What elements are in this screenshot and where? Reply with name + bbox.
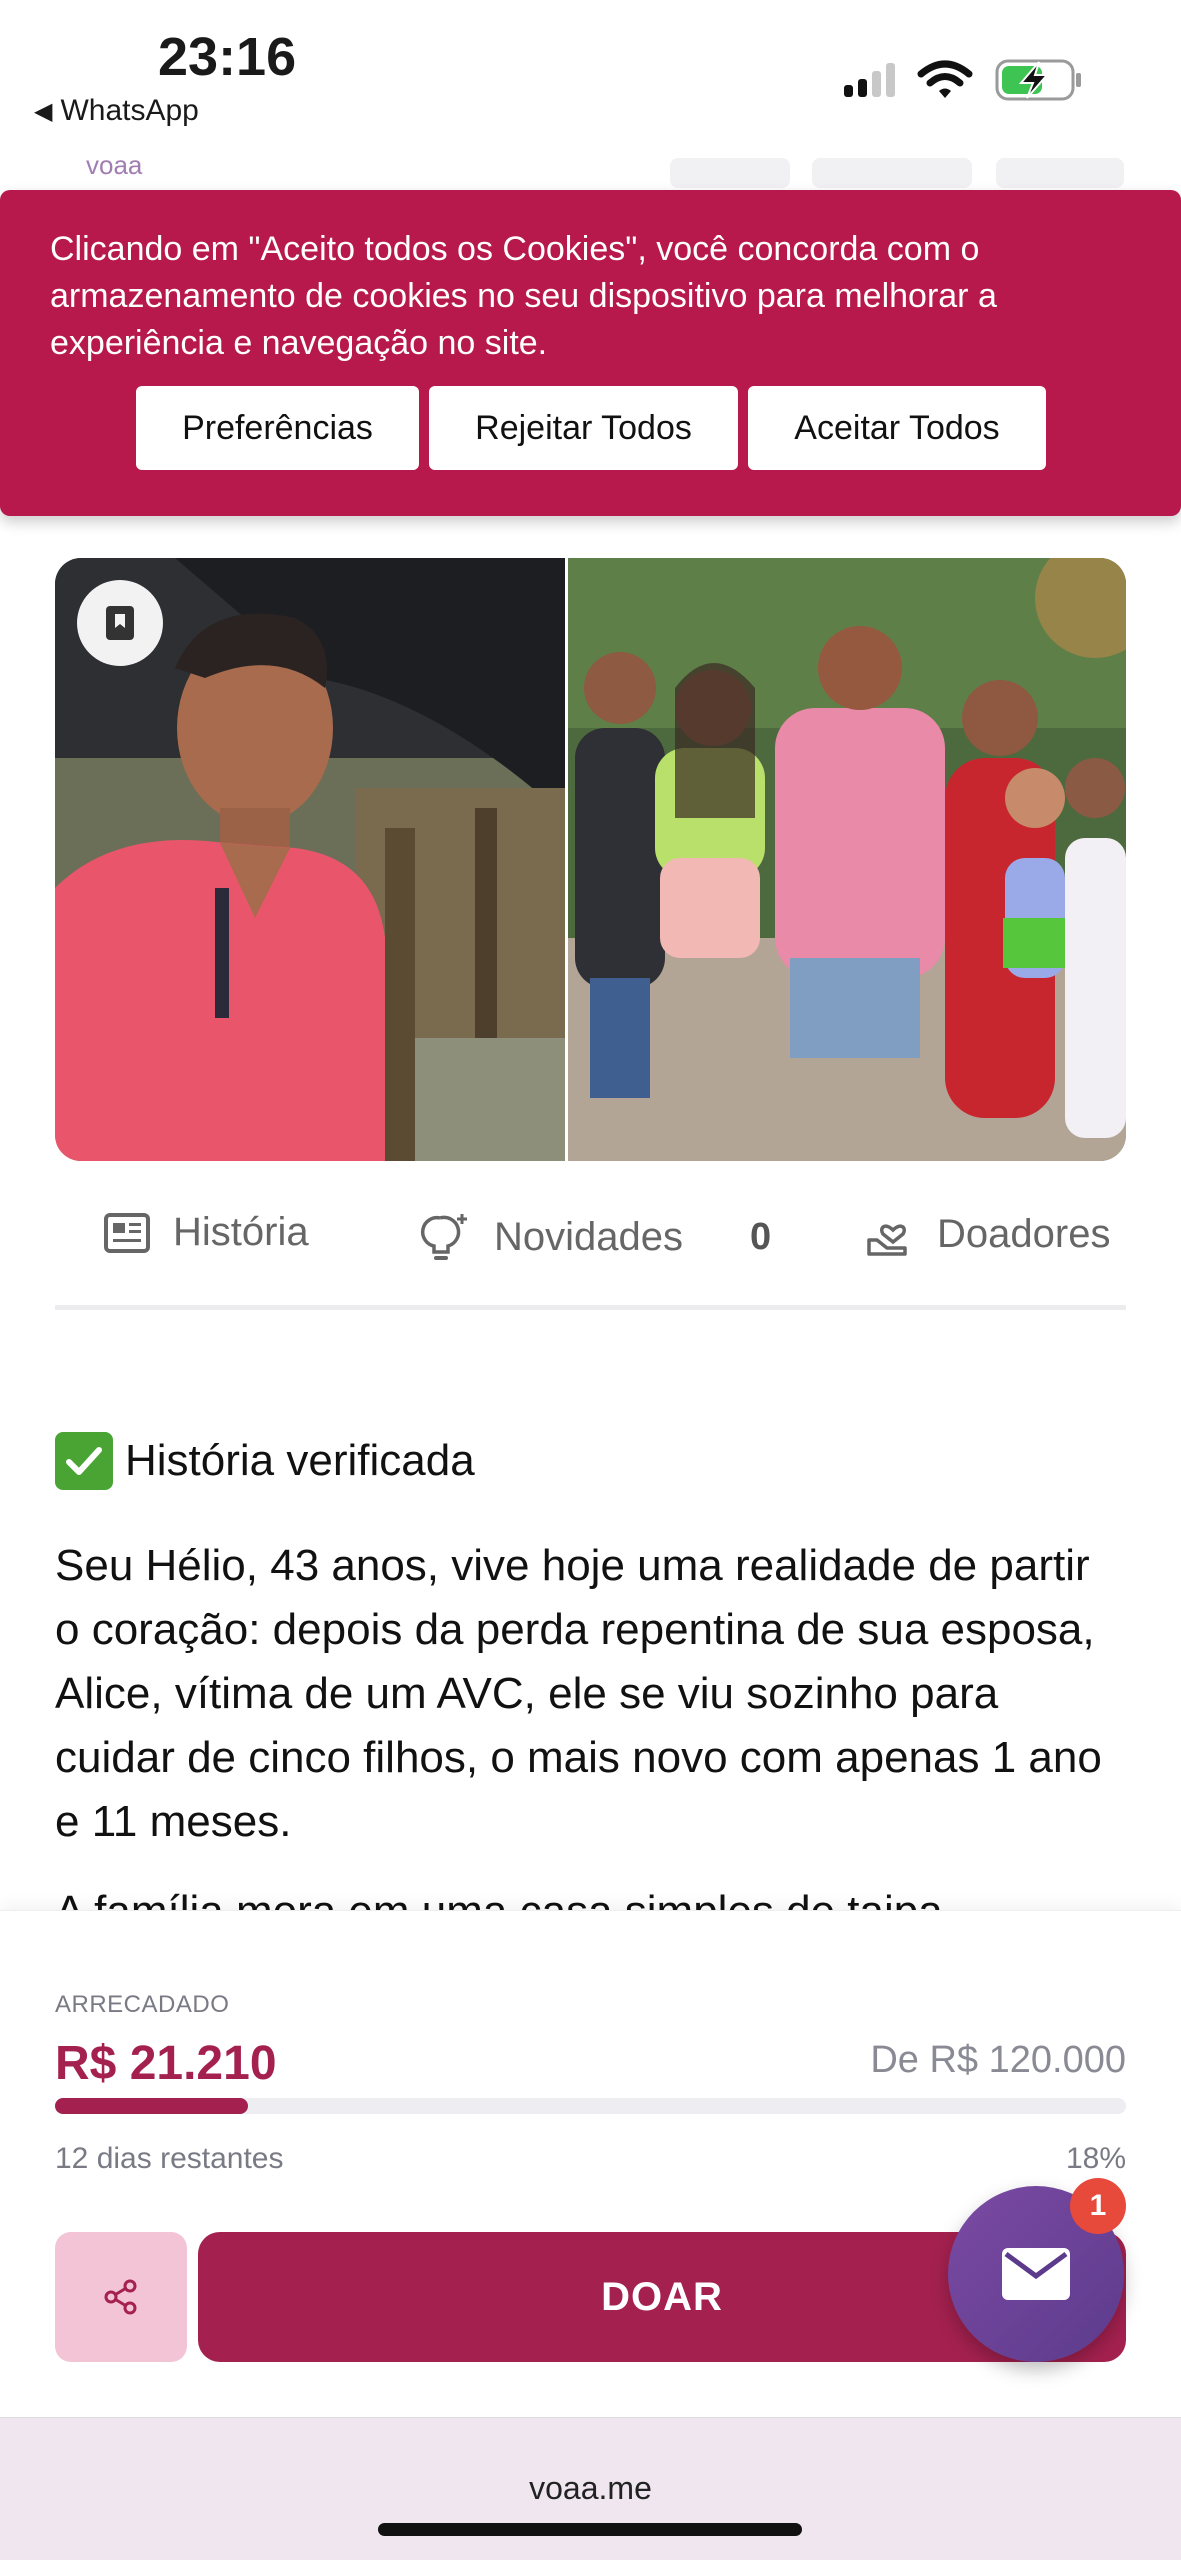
mail-icon: [1002, 2248, 1070, 2300]
bookmark-icon: [106, 606, 134, 640]
progress-fill: [55, 2098, 248, 2114]
browser-url-bar[interactable]: voaa.me: [0, 2417, 1181, 2560]
share-icon: [104, 2279, 137, 2315]
wifi-icon: [917, 60, 973, 98]
cookie-message: Clicando em "Aceito todos os Cookies", v…: [50, 230, 997, 362]
nav-pill[interactable]: [996, 158, 1124, 188]
battery-charging-icon: [995, 59, 1081, 101]
goal-amount: De R$ 120.000: [870, 2039, 1126, 2081]
notification-badge: 1: [1070, 2178, 1126, 2234]
bookmark-button[interactable]: [77, 580, 163, 666]
clock: 23:16: [158, 27, 297, 87]
campaign-photo: [55, 558, 1126, 1161]
site-logo[interactable]: voaa: [86, 150, 142, 181]
back-triangle-icon: ◀: [34, 97, 53, 125]
back-to-app-button[interactable]: ◀ WhatsApp: [34, 94, 199, 128]
accept-all-button[interactable]: Aceitar Todos: [748, 386, 1046, 470]
campaign-photo-image: [55, 558, 1126, 1161]
progress-bar: [55, 2098, 1126, 2114]
tab-label: Doadores: [937, 1211, 1111, 1256]
nav-pill[interactable]: [812, 158, 972, 188]
campaign-tabs: História Novidades 0 Doadores: [55, 1180, 1126, 1310]
nav-pill[interactable]: [670, 158, 790, 188]
back-app-label: WhatsApp: [60, 94, 199, 127]
cookie-buttons: Preferências Rejeitar Todos Aceitar Todo…: [136, 386, 1046, 470]
story-next-line: A família mora em uma casa simples de ta…: [55, 1880, 1126, 1910]
status-bar: 23:16 ◀ WhatsApp: [0, 0, 1181, 150]
system-icons: [844, 58, 1083, 102]
newspaper-icon: [104, 1212, 150, 1253]
tab-historia[interactable]: História: [103, 1210, 309, 1255]
verified-badge: História verificada: [55, 1432, 475, 1490]
lightbulb-icon: [421, 1214, 467, 1260]
raised-label: ARRECADADO: [55, 1991, 230, 2018]
tab-doadores[interactable]: Doadores: [865, 1210, 1110, 1258]
tab-label: Novidades: [494, 1214, 684, 1259]
donor-heart-icon: [867, 1224, 907, 1256]
cookie-banner: Clicando em "Aceito todos os Cookies", v…: [0, 190, 1181, 516]
progress-percent: 18%: [1065, 2142, 1126, 2175]
check-mark-icon: [55, 1432, 113, 1490]
site-header: voaa: [0, 150, 1181, 190]
days-remaining: 12 dias restantes: [55, 2142, 284, 2175]
verified-label: História verificada: [125, 1436, 475, 1485]
story-paragraph: Seu Hélio, 43 anos, vive hoje uma realid…: [55, 1541, 1102, 1846]
reject-all-button[interactable]: Rejeitar Todos: [429, 386, 738, 470]
novidades-count: 0: [750, 1216, 772, 1258]
share-button[interactable]: [55, 2232, 187, 2362]
tab-label: História: [173, 1210, 309, 1254]
raised-amount: R$ 21.210: [55, 2037, 277, 2090]
home-indicator[interactable]: [378, 2523, 802, 2536]
url-text: voaa.me: [529, 2470, 652, 2506]
cellular-signal-icon: [844, 63, 895, 97]
preferences-button[interactable]: Preferências: [136, 386, 419, 470]
tab-novidades[interactable]: Novidades: [418, 1210, 683, 1264]
